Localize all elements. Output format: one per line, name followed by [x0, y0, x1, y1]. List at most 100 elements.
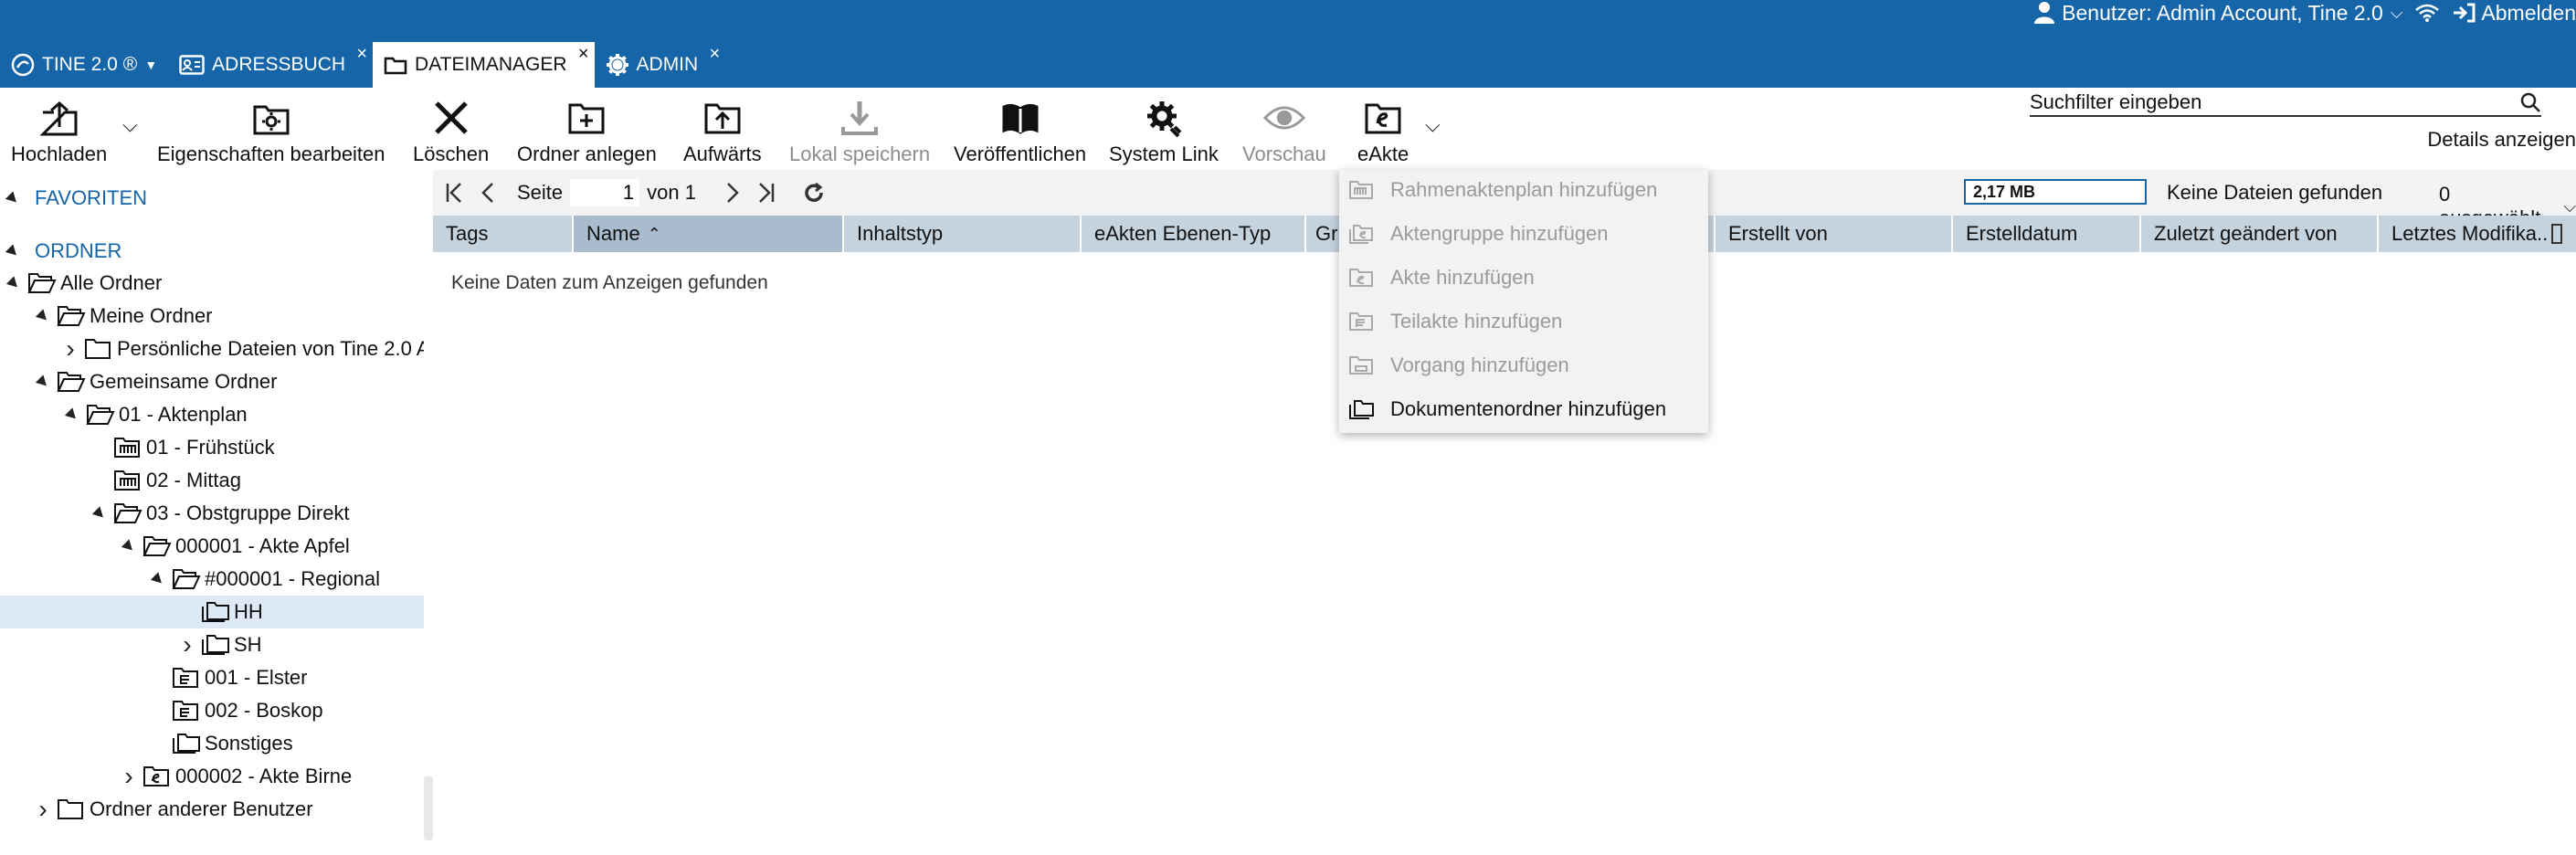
delete-button[interactable]: Löschen [413, 97, 489, 170]
folder-up-icon [702, 97, 744, 139]
eakte-button[interactable]: eAkte [1357, 97, 1409, 170]
expand-toggle[interactable] [148, 569, 168, 589]
logout-button[interactable]: Abmelden [2452, 1, 2576, 26]
folder-open-icon [113, 501, 143, 525]
expand-toggle[interactable] [119, 536, 139, 556]
upload-icon [38, 97, 80, 139]
column-header-name[interactable]: Name ⌃ [574, 216, 844, 252]
column-header-erstelldatum[interactable]: Erstelldatum [1953, 216, 2141, 252]
tree-node-sh[interactable]: SH [0, 628, 424, 661]
tree-node-ordner-anderer-benutzer[interactable]: Ordner anderer Benutzer [0, 793, 424, 826]
tree-node-gemeinsame-ordner[interactable]: Gemeinsame Ordner [0, 365, 424, 398]
folder-open-icon [27, 271, 57, 295]
previous-page-icon[interactable] [479, 181, 497, 205]
column-header-letztes-modifikationsdatum[interactable]: Letztes Modifika.. [2379, 216, 2576, 252]
show-details-link[interactable]: Details anzeigen [2427, 128, 2576, 152]
column-header-erstellt-von[interactable]: Erstellt von [1716, 216, 1953, 252]
search-icon[interactable] [2519, 91, 2541, 113]
upload-button[interactable]: Hochladen [11, 97, 107, 170]
tree-node-persoenliche-dateien[interactable]: Persönliche Dateien von Tine 2.0 A [0, 332, 424, 365]
chevron-down-icon: ⌵ [2390, 3, 2403, 22]
tree-node-meine-ordner[interactable]: Meine Ordner [0, 300, 424, 332]
no-files-status: Keine Dateien gefunden [2167, 181, 2383, 204]
tab-admin[interactable]: ADMIN × [595, 42, 726, 88]
tree-node-sonstiges[interactable]: Sonstiges [0, 727, 424, 760]
menu-item-vorgang[interactable]: Vorgang hinzufügen [1339, 347, 1708, 384]
search-input[interactable]: Suchfilter eingeben [2030, 90, 2541, 117]
folder-icon [57, 797, 86, 821]
column-chooser-icon[interactable] [2551, 224, 2563, 244]
wifi-status [2415, 3, 2440, 23]
menu-item-dokumentenordner[interactable]: Dokumentenordner hinzufügen [1339, 391, 1708, 428]
tine-logo-icon [11, 53, 35, 77]
system-link-button[interactable]: System Link [1109, 97, 1219, 170]
expand-toggle[interactable] [4, 273, 24, 293]
tree-node-mittag[interactable]: 02 - Mittag [0, 464, 424, 497]
storage-size-indicator: 2,17 MB [1964, 179, 2147, 205]
folders-section[interactable]: ORDNER [5, 239, 121, 263]
user-bar: Benutzer: Admin Account, Tine 2.0 ⌵ Abme… [2034, 0, 2576, 26]
expand-toggle[interactable] [33, 799, 53, 819]
tab-dateimanager[interactable]: DATEIMANAGER × [373, 42, 595, 88]
close-icon[interactable]: × [578, 44, 589, 65]
tree-node-aktenplan[interactable]: 01 - Aktenplan [0, 398, 424, 431]
tree-node-hh[interactable]: HH [0, 596, 424, 628]
panel-splitter-handle[interactable] [424, 776, 433, 840]
upload-dropdown-arrow-icon[interactable]: ⌵ [122, 113, 138, 137]
column-header-zuletzt-geaendert-von[interactable]: Zuletzt geändert von [2141, 216, 2379, 252]
tree-node-regional[interactable]: #000001 - Regional [0, 563, 424, 596]
tab-adressbuch[interactable]: ADRESSBUCH × [168, 42, 373, 88]
user-menu[interactable]: Benutzer: Admin Account, Tine 2.0 ⌵ [2034, 1, 2402, 26]
column-header-eakten-ebenen-typ[interactable]: eAkten Ebenen-Typ [1082, 216, 1306, 252]
eakte-dropdown-arrow-icon[interactable]: ⌵ [1425, 113, 1441, 137]
column-header-tags[interactable]: Tags [433, 216, 574, 252]
refresh-icon[interactable] [802, 181, 826, 205]
vorgang-folder-icon [1348, 353, 1376, 378]
tree-node-fruehstueck[interactable]: 01 - Frühstück [0, 431, 424, 464]
tab-tine[interactable]: TINE 2.0 ® ▼ [0, 42, 168, 88]
folder-icon [84, 337, 113, 361]
book-icon [999, 97, 1041, 139]
tree-node-akte-birne[interactable]: 000002 - Akte Birne [0, 760, 424, 793]
aktengruppe-folder-icon [113, 436, 143, 459]
expand-toggle[interactable] [33, 372, 53, 392]
close-icon[interactable]: × [710, 44, 721, 65]
tree-node-obstgruppe[interactable]: 03 - Obstgruppe Direkt [0, 497, 424, 530]
page-number-input[interactable] [570, 179, 640, 206]
tree-node-alle-ordner[interactable]: Alle Ordner [0, 267, 424, 300]
close-icon[interactable]: × [356, 44, 367, 65]
column-header-inhaltstyp[interactable]: Inhaltstyp [844, 216, 1082, 252]
menu-item-akte[interactable]: Akte hinzufügen [1339, 259, 1708, 296]
expand-toggle[interactable] [33, 306, 53, 326]
expand-toggle[interactable] [90, 503, 110, 523]
up-button[interactable]: Aufwärts [683, 97, 762, 170]
new-folder-button[interactable]: Ordner anlegen [517, 97, 657, 170]
document-folder-icon [1348, 396, 1376, 422]
menu-item-aktengruppe[interactable]: Aktengruppe hinzufügen [1339, 216, 1708, 252]
preview-button[interactable]: Vorschau [1242, 97, 1326, 170]
favorites-section[interactable]: FAVORITEN [5, 186, 147, 210]
save-local-button[interactable]: Lokal speichern [789, 97, 930, 170]
first-page-icon[interactable] [444, 181, 468, 205]
tree-node-boskop[interactable]: 002 - Boskop [0, 694, 424, 727]
folder-open-icon [57, 304, 86, 328]
last-page-icon[interactable] [753, 181, 776, 205]
teilakte-folder-icon [1348, 309, 1376, 334]
menu-item-teilakte[interactable]: Teilakte hinzufügen [1339, 303, 1708, 340]
folder-open-icon [86, 403, 115, 427]
rahmenaktenplan-folder-icon [1348, 177, 1376, 203]
eakte-icon [1362, 97, 1404, 139]
tree-node-elster[interactable]: 001 - Elster [0, 661, 424, 694]
expand-toggle[interactable] [60, 339, 80, 359]
menu-item-rahmenaktenplan[interactable]: Rahmenaktenplan hinzufügen [1339, 172, 1708, 208]
publish-button[interactable]: Veröffentlichen [954, 97, 1086, 170]
sort-ascending-icon: ⌃ [647, 224, 661, 243]
expand-toggle[interactable] [62, 405, 82, 425]
edit-properties-button[interactable]: Eigenschaften bearbeiten [157, 97, 385, 170]
next-page-icon[interactable] [723, 181, 742, 205]
expand-toggle[interactable] [177, 635, 197, 655]
tree-node-akte-apfel[interactable]: 000001 - Akte Apfel [0, 530, 424, 563]
user-label: Benutzer: Admin Account, Tine 2.0 [2062, 0, 2383, 25]
expand-toggle[interactable] [119, 766, 139, 786]
gear-link-icon [1143, 97, 1185, 139]
